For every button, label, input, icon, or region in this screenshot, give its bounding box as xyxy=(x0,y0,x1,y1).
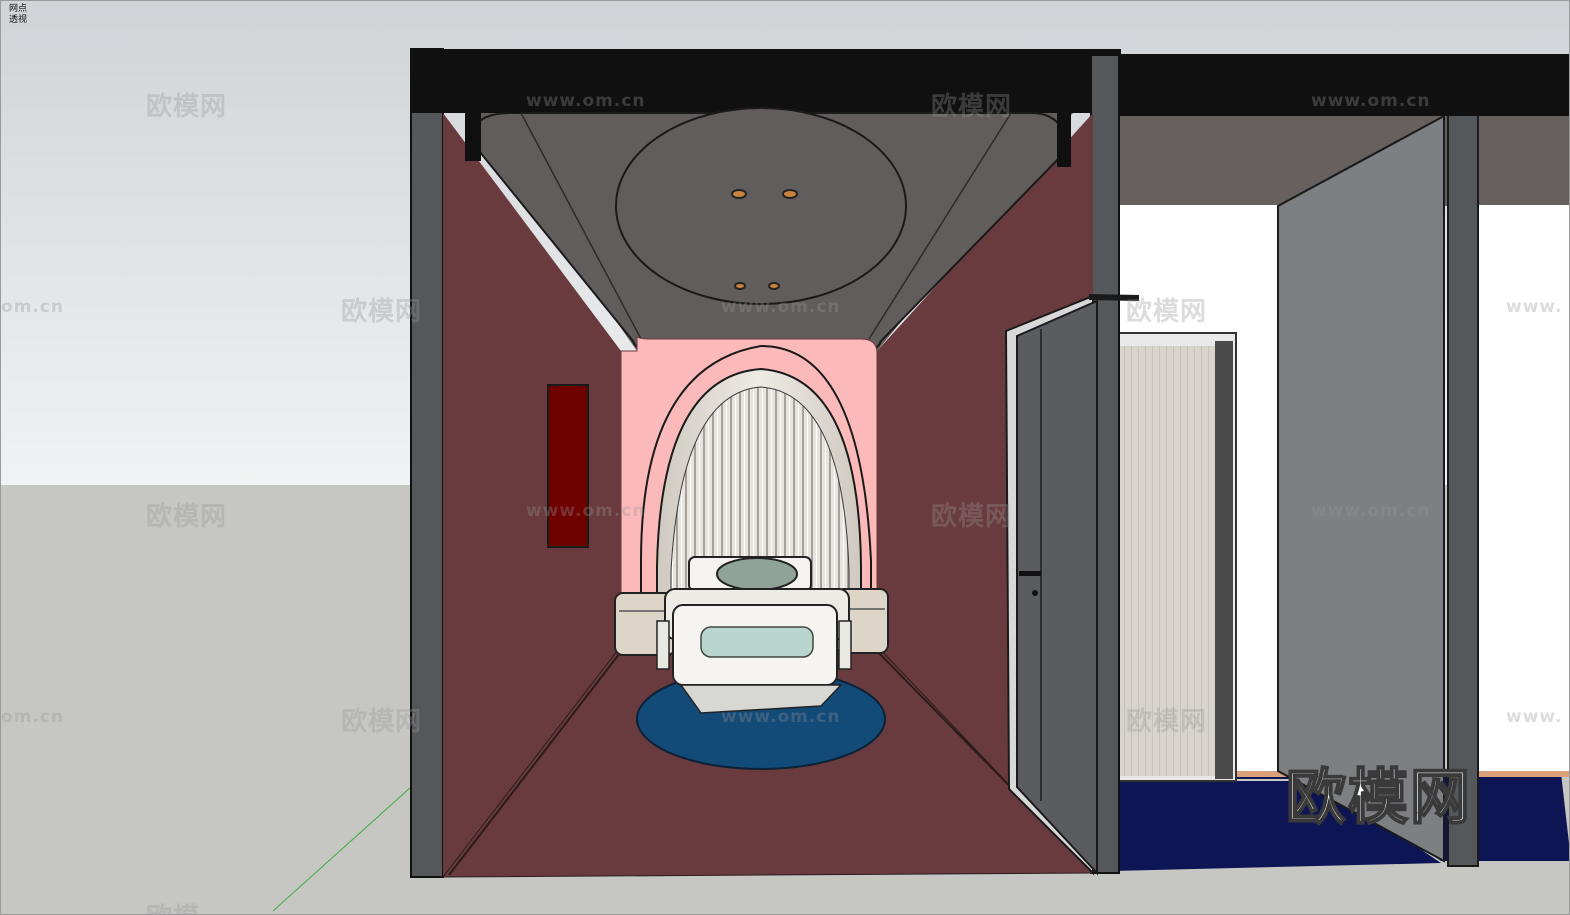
corridor-door-leaf xyxy=(1016,299,1098,876)
brand-logo: 欧模网 xyxy=(1285,762,1472,834)
door-top-trim xyxy=(1088,294,1140,301)
door-handle xyxy=(1019,571,1041,576)
bed-rail-right xyxy=(838,620,852,670)
left-outer-pillar xyxy=(410,48,444,878)
style-label: 网点 xyxy=(9,4,28,14)
door-lock xyxy=(1032,590,1038,596)
ceiling-oval-recess xyxy=(615,107,907,305)
wall-painting xyxy=(547,384,589,548)
downlight-4 xyxy=(768,282,780,290)
bed-pillow xyxy=(716,557,798,591)
inner-door-jamb xyxy=(1215,341,1233,779)
bed-rail-left xyxy=(656,620,670,670)
camera-label: 透视 xyxy=(9,15,28,25)
bed-footboard-panel xyxy=(700,626,814,658)
downlight-2 xyxy=(782,189,798,199)
inner-door-panel xyxy=(1117,346,1217,776)
far-right-pillar xyxy=(1447,60,1479,867)
downlight-1 xyxy=(731,189,747,199)
right-room-wall-white-2 xyxy=(1476,205,1569,775)
top-beam-right-end xyxy=(1479,56,1569,101)
downlight-3 xyxy=(734,282,746,290)
sketchup-viewport[interactable]: 网点 透视 欧模网 www.om.cn 欧模网 www.om.cn om.cn … xyxy=(0,0,1570,915)
